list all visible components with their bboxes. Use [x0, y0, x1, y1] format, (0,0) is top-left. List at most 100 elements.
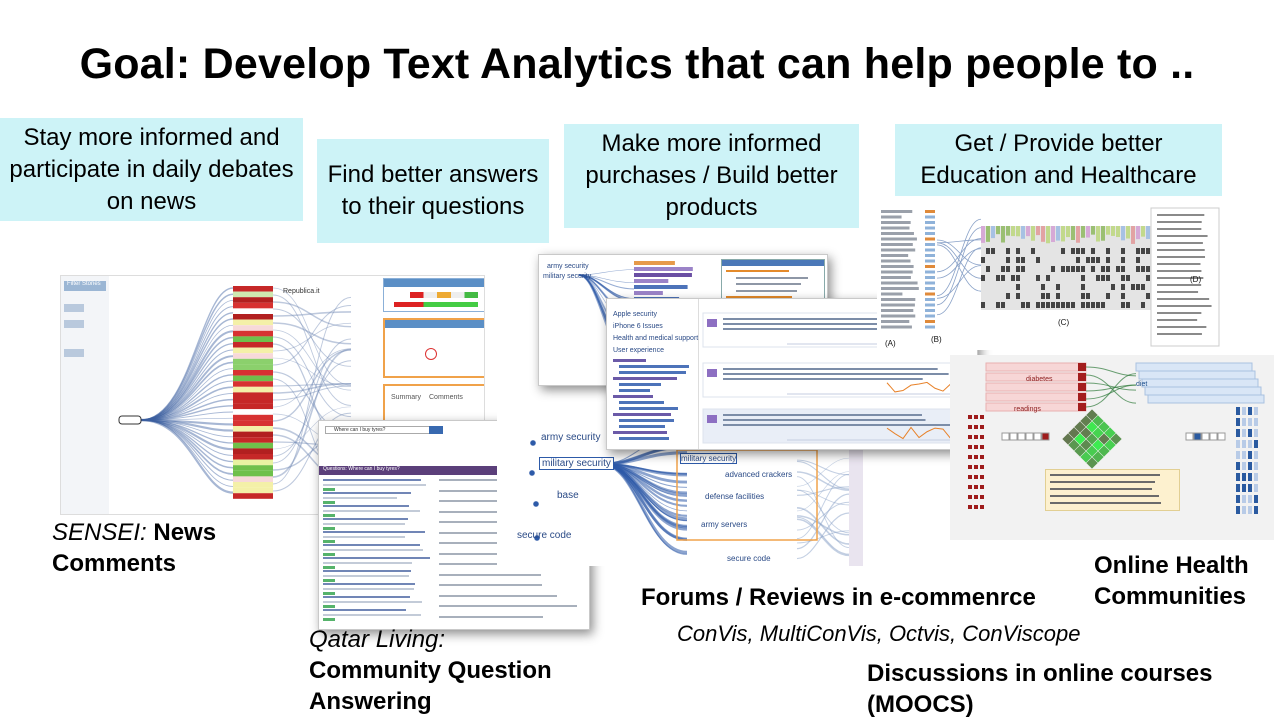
oct-c-cell [1001, 302, 1005, 308]
health-right-row [1144, 386, 1262, 396]
convis-topic-main[interactable]: military security [539, 457, 614, 470]
oct-c-top [1061, 226, 1065, 242]
health-right-dot [1236, 473, 1240, 481]
mcv-bar [634, 285, 688, 289]
health-left-dot [980, 475, 984, 479]
oct-b-bar [925, 281, 935, 285]
oct-b-bar [925, 248, 935, 252]
oct-c-top [1066, 226, 1070, 238]
oct-c-top [1086, 226, 1090, 238]
qatar-question-item[interactable] [323, 557, 430, 559]
qatar-question-bar [323, 562, 412, 564]
qatar-question-item[interactable] [323, 570, 412, 572]
sensei-stripe-cell [233, 442, 273, 449]
health-term[interactable]: diabetes [1026, 376, 1052, 383]
oct-c-cell [1081, 284, 1085, 290]
oct-c-top [996, 226, 1000, 235]
oct-c-cell [981, 257, 985, 263]
health-right-dot [1254, 506, 1258, 514]
oct-c-cell [986, 248, 990, 254]
sensei-stripe-cell [233, 370, 273, 376]
oct-b-bar [925, 259, 935, 263]
convis-topic[interactable]: secure code [727, 554, 771, 563]
health-right-dot [1242, 429, 1246, 437]
caption-qatar-desc: Answering [309, 688, 432, 715]
oct-c-cell [1081, 275, 1085, 281]
oct-c-cell [1001, 275, 1005, 281]
oct-c-cell [1086, 302, 1090, 308]
convis-topic[interactable]: defense facilities [705, 492, 764, 501]
tab-comments[interactable]: Comments [429, 394, 463, 401]
qatar-question-bar [323, 601, 423, 603]
svg-text:(C): (C) [1058, 318, 1069, 327]
oct-b-bar [925, 298, 935, 301]
convis-topic[interactable]: military security [680, 453, 738, 464]
caption-moocs: Discussions in online courses (MOOCS) [867, 658, 1212, 717]
health-right-dot [1242, 462, 1246, 470]
qatar-question-item[interactable] [323, 544, 421, 546]
oct-c-cell [1021, 302, 1025, 308]
health-right-dot [1242, 451, 1246, 459]
oct-c-cell [1136, 266, 1140, 272]
sensei-stripe-cell [233, 314, 273, 320]
sensei-stripe-cell [233, 426, 273, 432]
oct-c-cell [1121, 257, 1125, 263]
oct-a-bar [881, 210, 913, 213]
sensei-stripe-cell [233, 403, 273, 410]
health-left-row [985, 392, 1087, 402]
health-left-cell [1009, 432, 1018, 441]
oct-c-cell [1106, 248, 1110, 254]
oct-a-bar [881, 281, 918, 285]
oct-d-line [1157, 214, 1205, 216]
sensei-stripe-cell [233, 286, 273, 292]
qatar-question-item[interactable] [323, 531, 426, 533]
oct-c-cell [1011, 275, 1015, 281]
oct-c-cell [1066, 266, 1070, 272]
sensei-node [118, 415, 142, 425]
convis-topic[interactable]: advanced crackers [725, 470, 792, 479]
health-term[interactable]: diet [1136, 381, 1147, 388]
qatar-question-item[interactable] [323, 518, 409, 520]
sensei-flow-line [272, 322, 352, 352]
qatar-question-item[interactable] [323, 492, 412, 494]
health-left-mark [1078, 373, 1086, 381]
oct-c-top [1071, 226, 1075, 241]
oct-c-cell [1061, 266, 1065, 272]
convis-topic[interactable]: army security [541, 432, 600, 443]
oct-c-cell [1046, 275, 1050, 281]
health-term[interactable]: readings [1014, 406, 1041, 413]
oct-c-top [1046, 226, 1050, 244]
oct-c-cell [1041, 302, 1045, 308]
qatar-question-item[interactable] [323, 596, 411, 598]
convis-node [533, 501, 539, 507]
qatar-question-item[interactable] [323, 505, 410, 507]
oct-c-cell [1056, 302, 1060, 308]
mcv-bar [634, 261, 675, 265]
qatar-search-button[interactable] [429, 426, 443, 434]
oct-c-cell [1006, 248, 1010, 254]
convis-topic[interactable]: army servers [701, 520, 747, 529]
goal-label: Make more informed purchases / Build bet… [585, 130, 838, 221]
qatar-search-bar[interactable]: Where can I buy tyres? [325, 426, 443, 434]
sensei-stripe-cell [233, 291, 273, 298]
oct-d-line [1157, 263, 1201, 265]
health-left-dot [974, 465, 978, 469]
sensei-stripe-cell [233, 325, 273, 331]
health-right-cell [1217, 432, 1226, 441]
convis-topic[interactable]: base [557, 490, 579, 501]
mcv-bar [634, 273, 692, 277]
mcv-row-badge [707, 415, 717, 423]
tab-summary[interactable]: Summary [391, 394, 421, 401]
mcv-text-line [726, 270, 790, 272]
oct-c-cell [1031, 248, 1035, 254]
oct-d-line [1157, 249, 1205, 251]
qatar-question-item[interactable] [323, 479, 422, 481]
oct-c-cell [1041, 293, 1045, 299]
convis-topic[interactable]: secure code [517, 530, 571, 541]
sensei-stripe-cell [233, 319, 273, 326]
qatar-question-item[interactable] [323, 609, 407, 611]
health-left-dot [980, 485, 984, 489]
qatar-question-item[interactable] [323, 583, 416, 585]
oct-d-line [1157, 305, 1212, 307]
multiconvis-back-label: military security [543, 273, 592, 280]
